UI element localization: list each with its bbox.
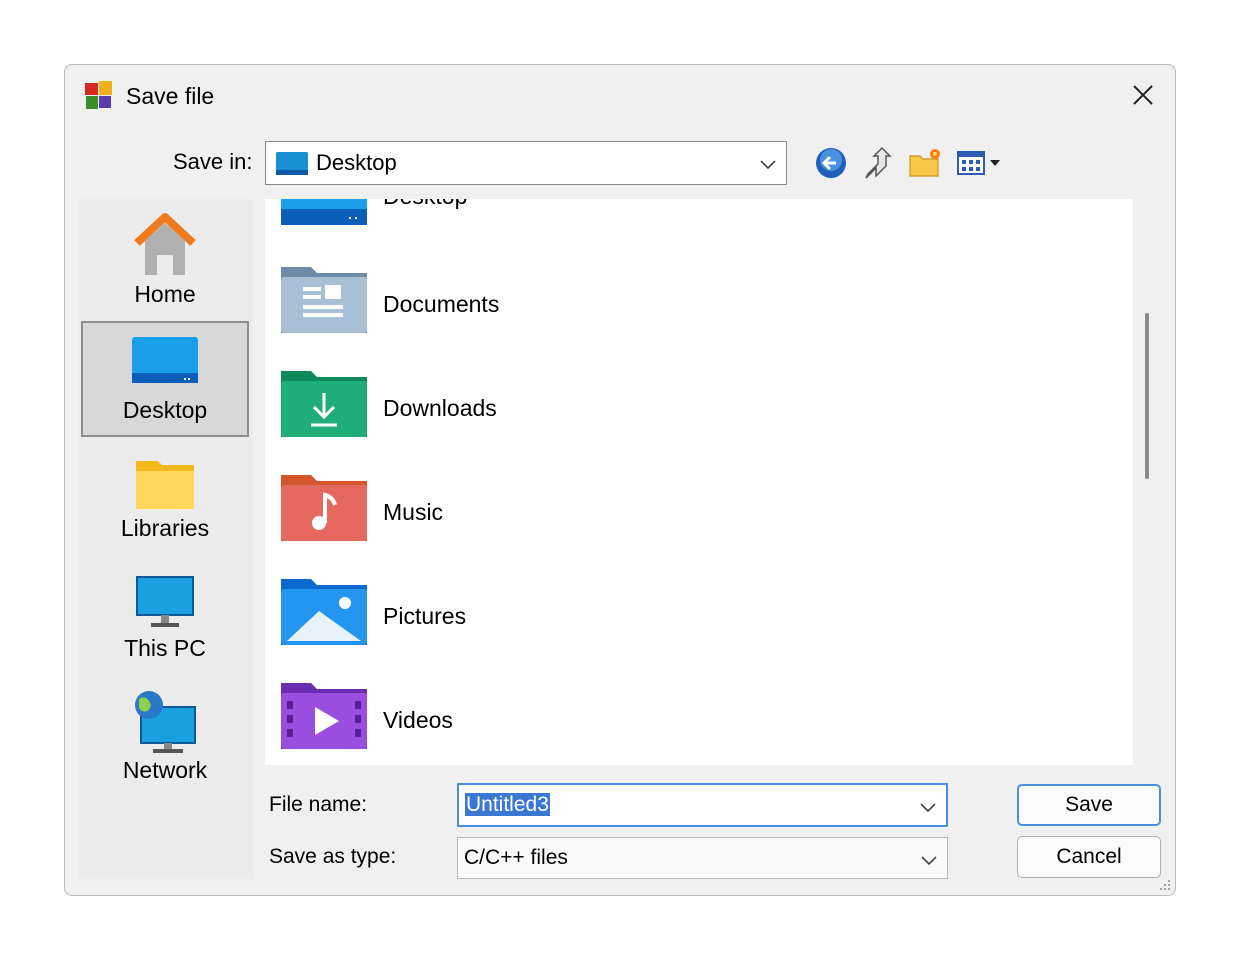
list-item[interactable]: Documents (281, 265, 1121, 353)
list-item[interactable]: Downloads (281, 369, 1121, 457)
chevron-down-icon[interactable] (918, 797, 938, 817)
file-list-scrollbar[interactable] (1145, 313, 1149, 479)
item-name: Music (383, 499, 444, 525)
place-home[interactable]: Home (81, 205, 249, 321)
save-in-label: Save in: (173, 149, 253, 174)
item-name: Videos (383, 707, 453, 733)
documents-folder-icon (281, 267, 367, 333)
desktop-icon (132, 337, 198, 383)
save-file-dialog: Save file Save in: Desktop Home Desktop … (64, 64, 1176, 896)
place-label: Desktop (122, 397, 208, 423)
item-name: Downloads (383, 395, 497, 421)
back-icon[interactable] (811, 143, 851, 183)
new-folder-icon[interactable] (905, 143, 945, 183)
cancel-button[interactable]: Cancel (1017, 836, 1161, 878)
file-name-field[interactable]: Untitled3 (457, 783, 948, 827)
place-libraries[interactable]: Libraries (81, 445, 249, 561)
chevron-down-icon (758, 154, 778, 174)
save-as-type-label: Save as type: (269, 845, 397, 868)
title-bar: Save file (65, 65, 1175, 127)
places-bar: Home Desktop Libraries This PC Network (79, 199, 253, 879)
place-label: Network (122, 757, 208, 783)
place-network[interactable]: Network (81, 683, 249, 799)
file-name-label: File name: (269, 793, 368, 816)
place-desktop[interactable]: Desktop (81, 321, 249, 437)
save-in-value: Desktop (316, 150, 397, 175)
save-as-type-value: C/C++ files (464, 846, 568, 869)
pictures-folder-icon (281, 579, 367, 645)
close-icon[interactable] (1125, 77, 1161, 113)
list-item[interactable]: Pictures (281, 577, 1121, 665)
file-list[interactable]: Desktop Documents Downloads (265, 199, 1133, 765)
place-label: Libraries (120, 515, 210, 541)
list-item[interactable]: Desktop (281, 199, 1121, 249)
home-icon (134, 213, 196, 275)
save-button[interactable]: Save (1017, 784, 1161, 826)
app-logo-icon (83, 79, 115, 111)
window-title: Save file (126, 83, 215, 109)
videos-folder-icon (281, 683, 367, 749)
desktop-icon (276, 152, 308, 181)
save-as-type-dropdown[interactable]: C/C++ files (457, 837, 948, 879)
music-folder-icon (281, 475, 367, 541)
libraries-icon (136, 461, 194, 509)
place-label: Home (134, 281, 196, 307)
network-icon (135, 691, 196, 753)
desktop-folder-icon (281, 199, 367, 225)
item-name: Pictures (383, 603, 467, 629)
this-pc-icon (136, 576, 194, 627)
item-name: Documents (383, 291, 500, 317)
file-name-value[interactable]: Untitled3 (465, 793, 550, 817)
downloads-folder-icon (281, 371, 367, 437)
chevron-down-icon (919, 850, 939, 870)
place-this-pc[interactable]: This PC (81, 565, 249, 681)
list-item[interactable]: Videos (281, 681, 1121, 765)
save-in-dropdown[interactable]: Desktop (265, 141, 787, 185)
view-menu-icon[interactable] (953, 143, 1009, 183)
list-item[interactable]: Music (281, 473, 1121, 561)
up-folder-icon[interactable] (857, 143, 897, 183)
place-label: This PC (124, 635, 206, 661)
resize-grip-icon[interactable] (1157, 877, 1171, 891)
item-name: Desktop (383, 199, 467, 210)
